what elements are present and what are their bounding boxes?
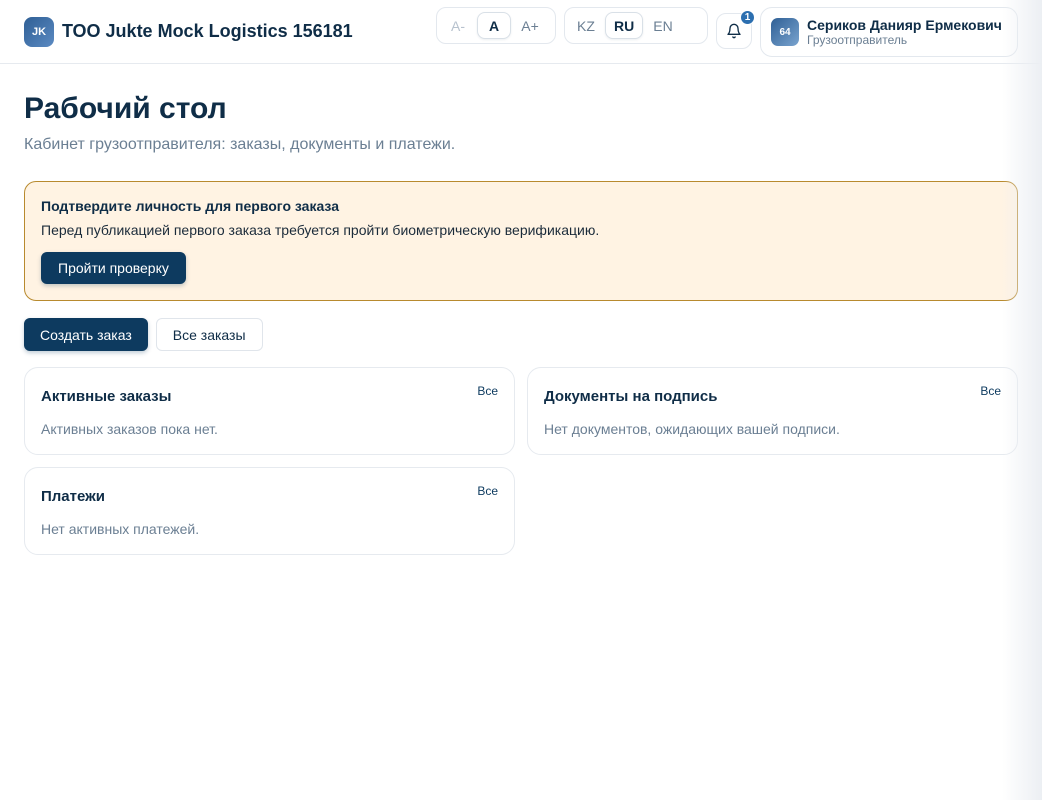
lang-en-button[interactable]: EN xyxy=(645,12,680,39)
company-name: ТОО Jukte Mock Logistics 156181 xyxy=(62,21,353,41)
dashboard-cards: Активные заказы Все Активных заказов пок… xyxy=(24,367,1018,555)
notifications-button[interactable]: 1 xyxy=(716,10,755,49)
card-empty-text: Нет активных платежей. xyxy=(41,521,200,537)
user-name: Сериков Данияр Ермекович xyxy=(807,17,1002,33)
lang-ru-button[interactable]: RU xyxy=(605,12,644,39)
bell-icon xyxy=(727,23,741,39)
page-subtitle: Кабинет грузоотправителя: заказы, докуме… xyxy=(24,136,456,153)
card-title: Платежи xyxy=(41,488,105,505)
verify-button[interactable]: Пройти проверку xyxy=(41,252,186,284)
avatar: 64 xyxy=(771,18,799,46)
font-normal-button[interactable]: A xyxy=(477,12,511,39)
active-orders-all-link[interactable]: Все xyxy=(477,384,498,398)
main-content: Рабочий стол Кабинет грузоотправителя: з… xyxy=(0,64,1042,555)
language-switcher: KZ RU EN xyxy=(564,7,708,44)
card-title: Активные заказы xyxy=(41,388,172,405)
create-order-button[interactable]: Создать заказ xyxy=(24,318,148,351)
lang-kz-button[interactable]: KZ xyxy=(569,12,603,39)
page-title: Рабочий стол xyxy=(24,92,227,125)
header-controls: A- A A+ KZ RU EN xyxy=(436,7,708,44)
payments-all-link[interactable]: Все xyxy=(477,484,498,498)
notification-count-badge: 1 xyxy=(740,10,755,25)
documents-all-link[interactable]: Все xyxy=(980,384,1001,398)
active-orders-card: Активные заказы Все Активных заказов пок… xyxy=(24,367,515,455)
user-info: Сериков Данияр Ермекович Грузоотправител… xyxy=(807,17,1002,47)
alert-title: Подтвердите личность для первого заказа xyxy=(41,198,339,214)
order-actions: Создать заказ Все заказы xyxy=(24,318,1018,351)
user-role: Грузоотправитель xyxy=(807,33,908,47)
font-size-switcher: A- A A+ xyxy=(436,7,556,44)
card-empty-text: Нет документов, ожидающих вашей подписи. xyxy=(544,421,840,437)
font-decrease-button[interactable]: A- xyxy=(441,12,475,39)
payments-card: Платежи Все Нет активных платежей. xyxy=(24,467,515,555)
brand[interactable]: JK ТОО Jukte Mock Logistics 156181 xyxy=(24,16,353,47)
card-empty-text: Активных заказов пока нет. xyxy=(41,421,218,437)
font-increase-button[interactable]: A+ xyxy=(513,12,547,39)
company-logo: JK xyxy=(24,16,54,47)
card-title: Документы на подпись xyxy=(544,388,718,405)
top-bar: JK ТОО Jukte Mock Logistics 156181 A- A … xyxy=(0,0,1042,64)
verification-alert: Подтвердите личность для первого заказа … xyxy=(24,181,1018,301)
alert-text: Перед публикацией первого заказа требует… xyxy=(41,222,600,238)
all-orders-button[interactable]: Все заказы xyxy=(155,318,263,351)
user-menu[interactable]: 64 Сериков Данияр Ермекович Грузоотправи… xyxy=(760,7,1018,57)
documents-to-sign-card: Документы на подпись Все Нет документов,… xyxy=(527,367,1018,455)
